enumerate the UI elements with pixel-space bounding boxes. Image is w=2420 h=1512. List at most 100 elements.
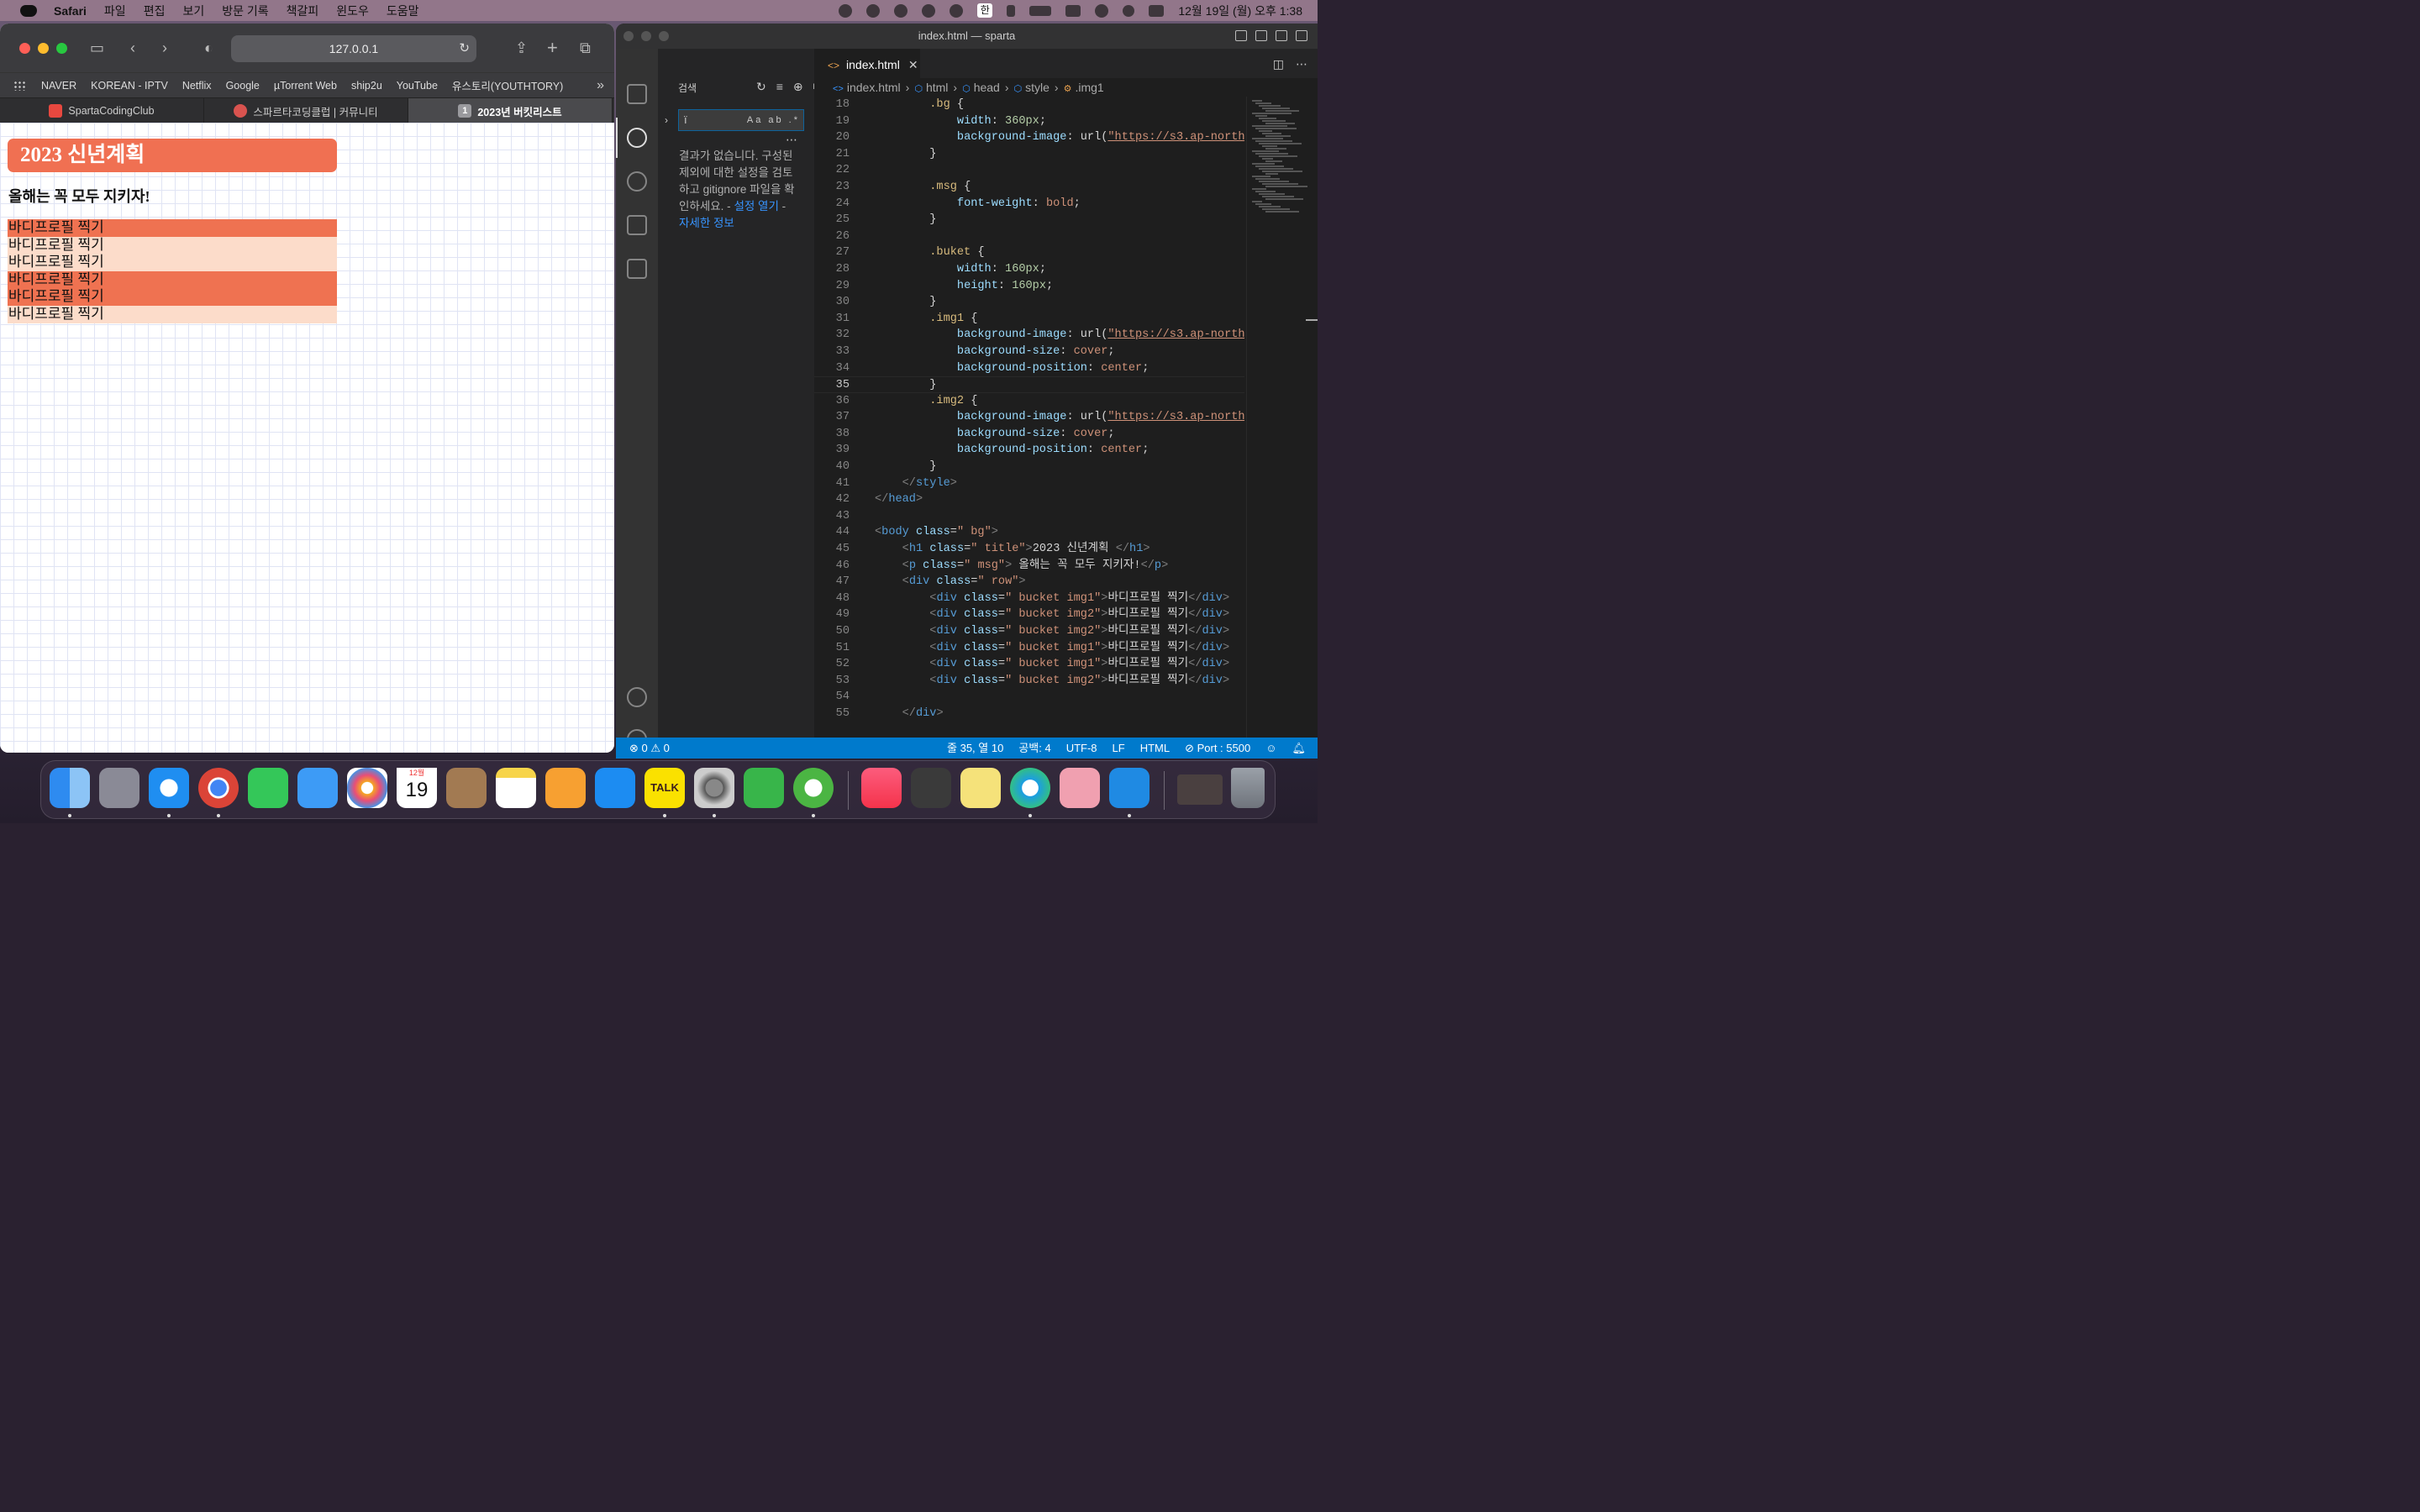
bluetooth-icon[interactable]	[1007, 4, 1016, 17]
code-line[interactable]: 47 <div class=" row">	[814, 574, 1244, 591]
safari-icon[interactable]	[149, 768, 189, 808]
code-line[interactable]: 28 width: 160px;	[814, 261, 1244, 278]
minimize-window-button[interactable]	[38, 43, 49, 54]
back-icon[interactable]: ‹	[130, 39, 135, 57]
spotlight-search-icon[interactable]	[1123, 4, 1135, 17]
code-line[interactable]: 18 .bg {	[814, 97, 1244, 113]
favorite-google[interactable]: Google	[226, 80, 260, 92]
downloads-stack-icon[interactable]	[1177, 774, 1223, 805]
toggle-secondary-sidebar-icon[interactable]	[1276, 30, 1287, 41]
moon-icon[interactable]	[950, 3, 964, 18]
favorite-ship2u[interactable]: ship2u	[351, 80, 382, 92]
code-line[interactable]: 43	[814, 508, 1244, 525]
code-line[interactable]: 44 <body class=" bg">	[814, 524, 1244, 541]
breadcrumb-item[interactable]: .img1	[1075, 81, 1103, 94]
edge-icon[interactable]	[1010, 768, 1050, 808]
code-line[interactable]: 30 }	[814, 294, 1244, 311]
accounts-icon[interactable]	[627, 687, 647, 707]
code-line[interactable]: 49 <div class=" bucket img2">바디프로필 찍기</d…	[814, 606, 1244, 623]
menu-window[interactable]: 윈도우	[336, 3, 369, 19]
code-line[interactable]: 26	[814, 228, 1244, 245]
apple-icon[interactable]	[20, 4, 37, 17]
code-line[interactable]: 34 background-position: center;	[814, 360, 1244, 377]
clear-results-icon[interactable]: ≡	[776, 80, 783, 94]
search-input[interactable]: ï Aa ab .*	[678, 109, 804, 131]
breadcrumb-item[interactable]: html	[926, 81, 948, 94]
stickies-icon[interactable]	[960, 768, 1001, 808]
refresh-icon[interactable]: ↻	[756, 80, 766, 94]
favorite-korean-iptv[interactable]: KOREAN - IPTV	[91, 80, 168, 92]
customize-layout-icon[interactable]	[1296, 30, 1307, 41]
code-line[interactable]: 35 }	[814, 376, 1244, 393]
code-line[interactable]: 45 <h1 class=" title">2023 신년계획 </h1>	[814, 541, 1244, 558]
code-line[interactable]: 19 width: 360px;	[814, 113, 1244, 130]
zoom-window-button[interactable]	[659, 31, 669, 41]
extensions-icon[interactable]	[627, 259, 647, 279]
code-line[interactable]: 46 <p class=" msg"> 올해는 꼭 모두 지키자!</p>	[814, 558, 1244, 575]
notifications-bell-icon[interactable]: 🔔︎	[1292, 738, 1306, 759]
code-line[interactable]: 41 </style>	[814, 475, 1244, 492]
toggle-replace-chevron-icon[interactable]: ›	[665, 114, 668, 126]
calendar-icon[interactable]: 12월 19	[397, 768, 437, 808]
menu-view[interactable]: 보기	[182, 3, 204, 19]
code-line[interactable]: 21 }	[814, 146, 1244, 163]
live-server-port[interactable]: ⊘ Port : 5500	[1185, 738, 1250, 759]
app-store-icon[interactable]	[595, 768, 635, 808]
menu-history[interactable]: 방문 기록	[222, 3, 268, 19]
favorite-youthtory[interactable]: 유스토리(YOUTHTORY)	[452, 77, 563, 93]
code-line[interactable]: 31 .img1 {	[814, 311, 1244, 328]
user-icon[interactable]	[1095, 3, 1109, 18]
code-line[interactable]: 38 background-size: cover;	[814, 426, 1244, 443]
code-line[interactable]: 33 background-size: cover;	[814, 344, 1244, 360]
problems-indicator[interactable]: ⊗ 0 ⚠ 0	[629, 738, 670, 759]
code-line[interactable]: 51 <div class=" bucket img1">바디프로필 찍기</d…	[814, 640, 1244, 657]
cloud-icon[interactable]	[894, 3, 908, 18]
keychain-access-icon[interactable]	[911, 768, 951, 808]
code-line[interactable]: 54	[814, 689, 1244, 706]
code-editor[interactable]: 18 .bg {19 width: 360px; 20 background-im…	[814, 97, 1244, 738]
trash-icon[interactable]	[1231, 768, 1265, 808]
code-line[interactable]: 55 </div>	[814, 706, 1244, 722]
code-line[interactable]: 22	[814, 162, 1244, 179]
code-line[interactable]: 52 <div class=" bucket img1">바디프로필 찍기</d…	[814, 656, 1244, 673]
new-tab-icon[interactable]: +	[547, 39, 558, 57]
more-favorites-icon[interactable]: »	[597, 78, 604, 93]
tab-overview-icon[interactable]: ⧉	[580, 39, 591, 57]
launchpad-icon[interactable]	[99, 768, 139, 808]
menu-file[interactable]: 파일	[104, 3, 126, 19]
favorite-naver[interactable]: NAVER	[41, 80, 76, 92]
code-line[interactable]: 53 <div class=" bucket img2">바디프로필 찍기</d…	[814, 673, 1244, 690]
control-center-icon[interactable]	[1149, 4, 1165, 17]
utorrent-icon[interactable]	[793, 768, 834, 808]
share-icon[interactable]: ⇪	[515, 39, 528, 57]
code-line[interactable]: 36 .img2 {	[814, 393, 1244, 410]
forward-icon[interactable]: ›	[162, 39, 167, 57]
code-line[interactable]: 39 background-position: center;	[814, 442, 1244, 459]
code-line[interactable]: 50 <div class=" bucket img2">바디프로필 찍기</d…	[814, 623, 1244, 640]
new-search-editor-icon[interactable]: ⊕	[793, 80, 803, 94]
code-line[interactable]: 24 font-weight: bold;	[814, 196, 1244, 213]
kakaotalk-icon[interactable]: TALK	[644, 768, 685, 808]
menu-edit[interactable]: 편집	[144, 3, 166, 19]
favorites-grid-icon[interactable]	[13, 80, 27, 91]
indentation[interactable]: 공백: 4	[1018, 738, 1050, 759]
music-icon[interactable]	[861, 768, 902, 808]
privacy-shield-icon[interactable]: ◐	[204, 39, 213, 57]
split-editor-icon[interactable]: ◫	[1273, 57, 1284, 71]
code-line[interactable]: 48 <div class=" bucket img1">바디프로필 찍기</d…	[814, 591, 1244, 607]
minimize-window-button[interactable]	[641, 31, 651, 41]
close-window-button[interactable]	[19, 43, 30, 54]
explorer-icon[interactable]	[627, 84, 647, 104]
run-debug-icon[interactable]	[627, 215, 647, 235]
battery-icon[interactable]	[1029, 5, 1052, 16]
encoding[interactable]: UTF-8	[1066, 738, 1097, 759]
code-line[interactable]: 37 background-image: url("https://s3.ap-…	[814, 409, 1244, 426]
code-line[interactable]: 42 </head>	[814, 491, 1244, 508]
learn-more-link[interactable]: 자세한 정보	[679, 217, 734, 229]
system-preferences-icon[interactable]	[694, 768, 734, 808]
vscode-icon[interactable]	[1109, 768, 1150, 808]
menu-app-name[interactable]: Safari	[54, 4, 87, 18]
chrome-icon[interactable]	[198, 768, 239, 808]
mail-icon[interactable]	[297, 768, 338, 808]
code-line[interactable]: 40 }	[814, 459, 1244, 475]
